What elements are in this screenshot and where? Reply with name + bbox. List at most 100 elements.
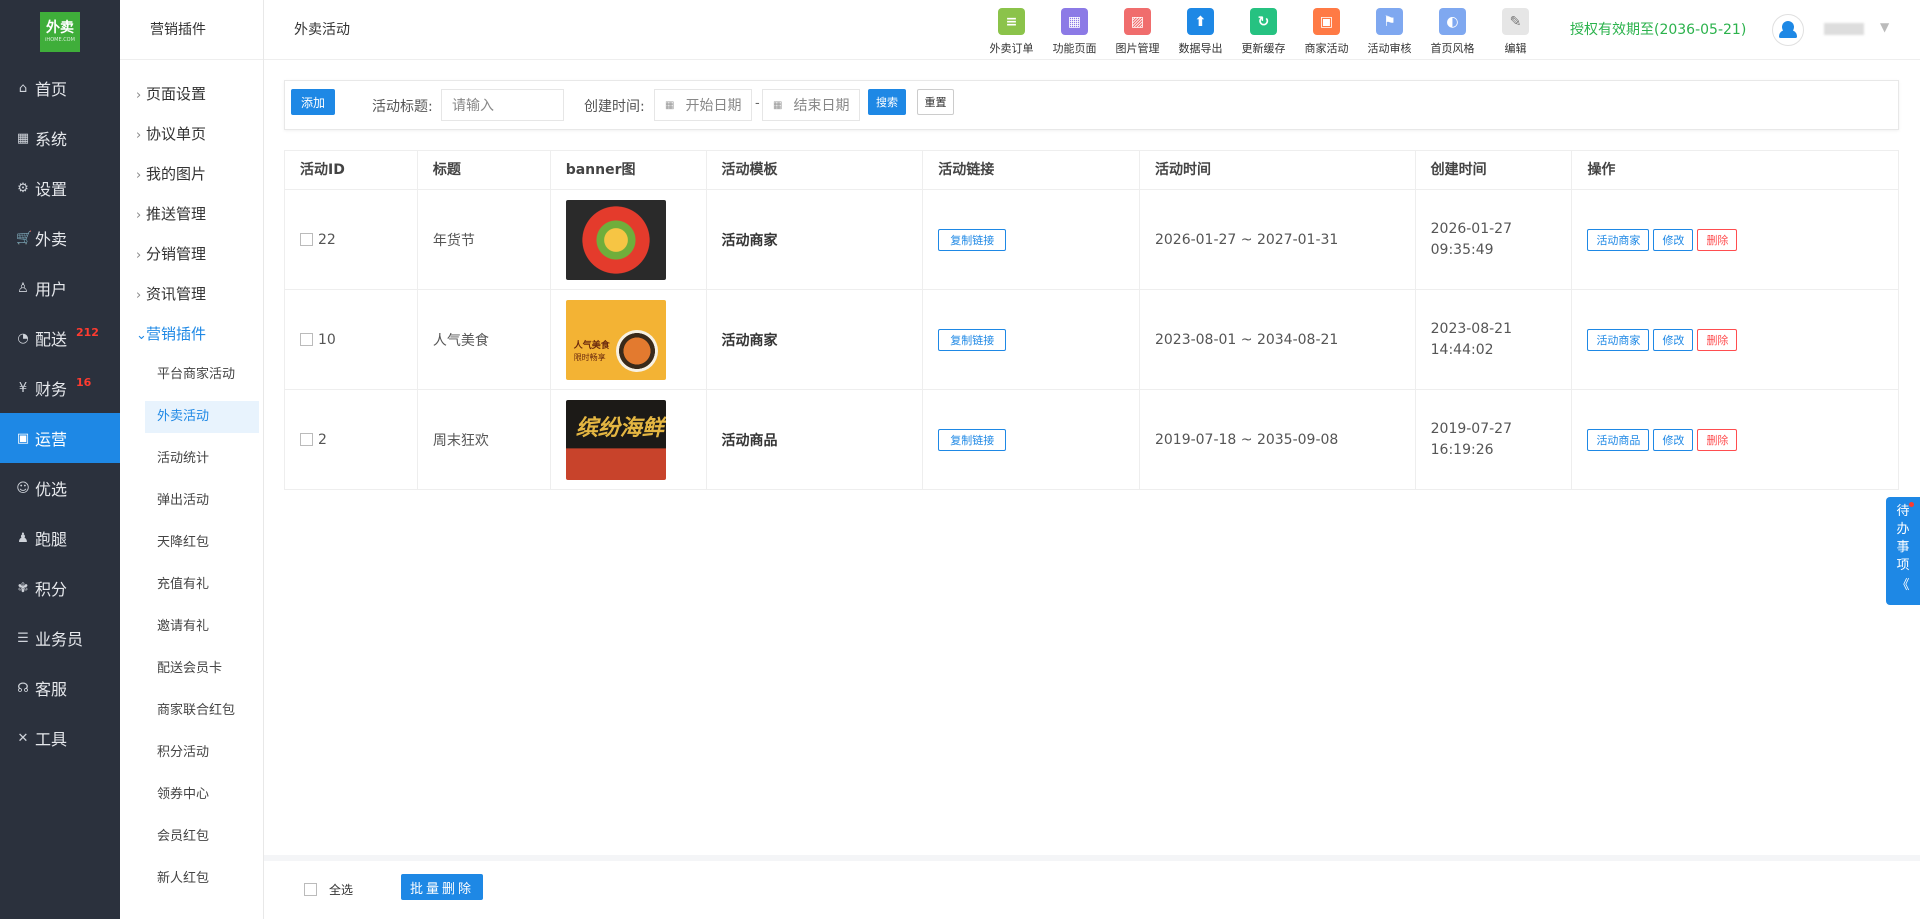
edit-button[interactable]: 修改 xyxy=(1653,328,1694,351)
headset-icon: ☊ xyxy=(17,680,29,696)
image-icon: ▨ xyxy=(1124,8,1151,35)
calendar-icon: ▦ xyxy=(773,99,783,111)
created-clock: 14:44:02 xyxy=(1430,341,1494,358)
subnav-child[interactable]: 天降红包 xyxy=(120,522,263,564)
start-date-input[interactable]: ▦ 开始日期 xyxy=(654,89,752,121)
start-date-placeholder: 开始日期 xyxy=(685,98,742,114)
toolbar-button[interactable]: ⬆ 数据导出 xyxy=(1169,8,1232,56)
banner-image[interactable]: 人气美食 限时畅享 xyxy=(565,299,666,380)
username-redacted[interactable] xyxy=(1824,23,1864,35)
banner-image[interactable]: 缤纷海鲜 xyxy=(565,399,666,480)
nav-item-13[interactable]: ✕ 工具 xyxy=(0,713,120,763)
select-all-checkbox[interactable] xyxy=(304,883,317,896)
toolbar-button-label: 首页风格 xyxy=(1430,42,1475,55)
cell-actions: 活动商家 修改 删除 xyxy=(1572,290,1898,389)
copy-link-button[interactable]: 复制链接 xyxy=(938,328,1007,351)
copy-link-button[interactable]: 复制链接 xyxy=(938,428,1007,451)
subnav-child[interactable]: 活动统计 xyxy=(120,438,263,480)
toolbar-button[interactable]: ≡ 外卖订单 xyxy=(980,8,1043,56)
toolbar-button[interactable]: ▣ 商家活动 xyxy=(1295,8,1358,56)
app-logo[interactable]: 外卖 iHOME.COM xyxy=(40,12,80,52)
nav-item-4[interactable]: ♙ 用户 xyxy=(0,263,120,313)
toolbar-button-label: 数据导出 xyxy=(1178,42,1223,55)
subnav-group[interactable]: › 分销管理 xyxy=(120,234,263,274)
edit-button[interactable]: 修改 xyxy=(1653,428,1694,451)
subnav-child[interactable]: 商家联合红包 xyxy=(120,690,263,732)
chevron-right-icon: › xyxy=(136,248,142,263)
chevron-right-icon: › xyxy=(136,208,142,223)
subnav-title: 营销插件 xyxy=(120,0,263,60)
row-checkbox[interactable] xyxy=(300,433,313,446)
column-header: 活动时间 xyxy=(1140,151,1416,189)
row-checkbox[interactable] xyxy=(300,333,313,346)
nav-item-3[interactable]: 🛒 外卖 xyxy=(0,213,120,263)
user-avatar[interactable] xyxy=(1772,14,1804,46)
delete-button[interactable]: 删除 xyxy=(1697,228,1738,251)
nav-item-0[interactable]: ⌂ 首页 xyxy=(0,63,120,113)
secondary-sidebar: 营销插件 › 页面设置 › 协议单页 › 我的图片 › 推送管理 › 分销管理 › 资讯管理 ⌄营销插件… xyxy=(120,0,264,919)
subnav-group[interactable]: › 协议单页 xyxy=(120,114,263,154)
title-filter-input[interactable]: 请输入 xyxy=(441,89,564,121)
bottom-action-bar: 全选 批量删除 xyxy=(264,855,1920,919)
subnav-child[interactable]: 会员红包 xyxy=(120,816,263,858)
column-header: 操作 xyxy=(1587,162,1616,178)
search-button[interactable]: 搜索 xyxy=(868,89,906,115)
subnav-group[interactable]: › 我的图片 xyxy=(120,154,263,194)
delete-button[interactable]: 删除 xyxy=(1697,328,1738,351)
copy-link-button[interactable]: 复制链接 xyxy=(938,228,1007,251)
activity-template: 活动商家 xyxy=(707,290,924,389)
cell-created: 2023-08-21 14:44:02 xyxy=(1416,290,1573,389)
nav-item-6[interactable]: ¥ 财务 16 xyxy=(0,363,120,413)
subnav-group-open[interactable]: ⌄营销插件 xyxy=(120,314,263,354)
nav-item-7[interactable]: ▣ 运营 xyxy=(0,413,120,463)
subnav-group[interactable]: › 推送管理 xyxy=(120,194,263,234)
toolbar-button[interactable]: ▦ 功能页面 xyxy=(1043,8,1106,56)
banner-image[interactable] xyxy=(565,199,666,280)
nav-item-1[interactable]: ▦ 系统 xyxy=(0,113,120,163)
subnav-group[interactable]: › 资讯管理 xyxy=(120,274,263,314)
nav-item-label: 设置 xyxy=(35,180,68,199)
reset-button[interactable]: 重置 xyxy=(917,89,954,115)
subnav-child[interactable]: 外卖活动 xyxy=(145,401,259,433)
subnav-child[interactable]: 新人红包 xyxy=(120,858,263,900)
calendar-icon: ▦ xyxy=(665,99,675,111)
edit-button[interactable]: 修改 xyxy=(1653,228,1694,251)
created-date: 2023-08-21 xyxy=(1430,320,1512,337)
toolbar-button[interactable]: ⚑ 活动审核 xyxy=(1358,8,1421,56)
todo-panel-tab[interactable]: 待办事项《 xyxy=(1886,497,1920,605)
delete-button[interactable]: 删除 xyxy=(1697,428,1738,451)
subnav-child[interactable]: 领券中心 xyxy=(120,774,263,816)
subnav-group[interactable]: › 页面设置 xyxy=(120,74,263,114)
nav-item-9[interactable]: ♟ 跑腿 xyxy=(0,513,120,563)
nav-item-2[interactable]: ⚙ 设置 xyxy=(0,163,120,213)
subnav-child[interactable]: 充值有礼 xyxy=(120,564,263,606)
nav-item-12[interactable]: ☊ 客服 xyxy=(0,663,120,713)
person-icon: ♟ xyxy=(17,530,29,546)
created-date: 2026-01-27 xyxy=(1430,220,1512,237)
notification-dot xyxy=(1909,502,1914,507)
subnav-child[interactable]: 配送会员卡 xyxy=(120,648,263,690)
activity-merchant-button[interactable]: 活动商家 xyxy=(1587,328,1650,351)
activity-merchant-button[interactable]: 活动商家 xyxy=(1587,228,1650,251)
subnav-child[interactable]: 平台商家活动 xyxy=(120,354,263,396)
nav-item-10[interactable]: ✾ 积分 xyxy=(0,563,120,613)
end-date-input[interactable]: ▦ 结束日期 xyxy=(762,89,860,121)
toolbar-button[interactable]: ✎ 编辑 xyxy=(1484,8,1547,56)
toolbar-button[interactable]: ◐ 首页风格 xyxy=(1421,8,1484,56)
batch-delete-button[interactable]: 批量删除 xyxy=(401,874,483,900)
dashboard-icon: ◔ xyxy=(17,330,29,346)
add-button[interactable]: 添加 xyxy=(291,89,335,115)
table-row: 10 人气美食 人气美食 限时畅享 活动商家 复制链接 2023-08-01 ~ 2034-… xyxy=(285,290,1898,390)
subnav-child[interactable]: 弹出活动 xyxy=(120,480,263,522)
nav-item-8[interactable]: ☺ 优选 xyxy=(0,463,120,513)
toolbar-button[interactable]: ▨ 图片管理 xyxy=(1106,8,1169,56)
subnav-child[interactable]: 积分活动 xyxy=(120,732,263,774)
subnav-child[interactable]: 邀请有礼 xyxy=(120,606,263,648)
nav-item-11[interactable]: ☰ 业务员 xyxy=(0,613,120,663)
toolbar-button[interactable]: ↻ 更新缓存 xyxy=(1232,8,1295,56)
chevron-down-icon[interactable]: ▼ xyxy=(1880,20,1889,34)
row-checkbox[interactable] xyxy=(300,233,313,246)
select-all[interactable]: 全选 xyxy=(304,881,353,898)
activity-merchant-button[interactable]: 活动商品 xyxy=(1587,428,1650,451)
nav-item-5[interactable]: ◔ 配送 212 xyxy=(0,313,120,363)
